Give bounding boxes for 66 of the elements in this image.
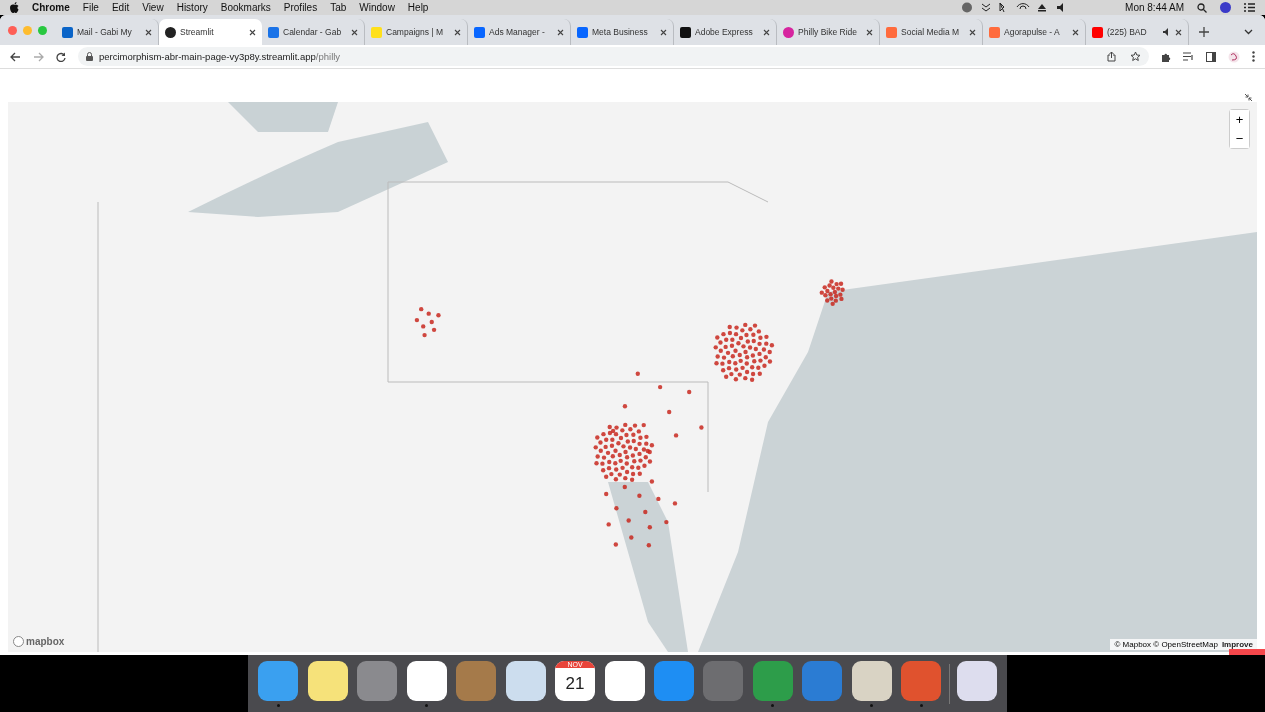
- map[interactable]: + − mapbox © Mapbox © OpenStreetMap Improve: [8, 102, 1257, 652]
- close-icon[interactable]: [969, 28, 976, 36]
- menu-item[interactable]: Edit: [111, 2, 130, 13]
- close-icon[interactable]: [454, 28, 461, 36]
- search-icon[interactable]: [1197, 2, 1207, 13]
- menu-item[interactable]: Help: [407, 2, 429, 13]
- menu-item[interactable]: File: [82, 2, 99, 13]
- star-icon[interactable]: [1130, 51, 1141, 62]
- close-icon[interactable]: [557, 28, 564, 36]
- speaker-icon[interactable]: [1163, 28, 1171, 36]
- puzzle-icon[interactable]: [1161, 51, 1171, 62]
- favicon-icon: [680, 26, 691, 38]
- browser-tab[interactable]: Streamlit: [159, 19, 262, 45]
- menu-item[interactable]: View: [142, 2, 164, 13]
- clock[interactable]: Mon 8:44 AM: [1125, 2, 1184, 13]
- apple-icon[interactable]: [10, 2, 19, 13]
- lock-icon: [86, 52, 93, 61]
- list-icon[interactable]: [1244, 3, 1255, 12]
- address-bar[interactable]: percimorphism-abr-main-page-vy3p8y.streamlit.app/philly: [78, 47, 1149, 66]
- close-icon[interactable]: [763, 28, 770, 36]
- close-icon[interactable]: [660, 28, 667, 36]
- playlist-icon[interactable]: [1183, 52, 1194, 61]
- app-icon[interactable]: [604, 660, 645, 701]
- siri-icon[interactable]: [1220, 2, 1231, 13]
- close-icon[interactable]: [145, 28, 152, 36]
- app-icon[interactable]: [851, 660, 892, 701]
- menu-item[interactable]: Bookmarks: [220, 2, 271, 13]
- mapbox-logo[interactable]: mapbox: [26, 636, 65, 647]
- favicon-icon: [577, 26, 588, 38]
- favicon-icon: [165, 26, 176, 38]
- back-icon[interactable]: [10, 51, 21, 62]
- favicon-icon: [268, 26, 279, 38]
- url-text: percimorphism-abr-main-page-vy3p8y.streamlit.app/philly: [99, 51, 341, 62]
- favicon-icon: [886, 26, 897, 38]
- close-icon[interactable]: [351, 28, 358, 36]
- side-panel-icon[interactable]: [1206, 51, 1216, 62]
- profile-icon[interactable]: [1228, 50, 1240, 63]
- close-icon[interactable]: [1175, 28, 1182, 36]
- favicon-icon: [371, 26, 382, 38]
- close-icon[interactable]: [1072, 28, 1079, 36]
- close-icon[interactable]: [866, 28, 873, 36]
- map-attribution[interactable]: © Mapbox © OpenStreetMap: [1114, 640, 1218, 649]
- favicon-icon: [62, 26, 73, 38]
- favicon-icon: [474, 26, 485, 38]
- menu-item[interactable]: History: [176, 2, 208, 13]
- kebab-menu-icon[interactable]: [1252, 51, 1255, 62]
- favicon-icon: [989, 26, 1000, 38]
- app-icon[interactable]: [505, 660, 546, 701]
- collapse-icon[interactable]: [1244, 93, 1253, 102]
- calendar-day: 21: [565, 667, 585, 701]
- mapbox-logo-icon: [13, 636, 24, 647]
- app-icon[interactable]: [307, 660, 348, 701]
- menu-item[interactable]: Window: [359, 2, 395, 13]
- close-icon[interactable]: [249, 28, 256, 36]
- app-menu[interactable]: Chrome: [32, 2, 70, 13]
- improve-link[interactable]: Improve: [1221, 640, 1253, 649]
- share-icon[interactable]: [1107, 51, 1116, 62]
- app-icon[interactable]: [406, 660, 447, 701]
- menu-item[interactable]: Tab: [330, 2, 347, 13]
- menu-item[interactable]: Profiles: [283, 2, 318, 13]
- favicon-icon: [783, 26, 794, 38]
- new-tab-icon[interactable]: [1199, 27, 1209, 37]
- chevron-down-icon[interactable]: [1244, 29, 1253, 35]
- app-icon[interactable]: [956, 660, 997, 701]
- reload-icon[interactable]: [56, 51, 66, 62]
- favicon-icon: [1092, 26, 1103, 38]
